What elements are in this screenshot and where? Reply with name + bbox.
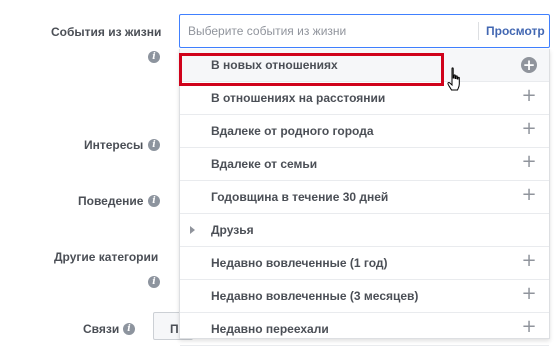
dropdown-item-recently-moved[interactable]: Недавно переехали + — [180, 313, 549, 346]
life-events-search-input[interactable] — [188, 15, 468, 47]
life-events-search[interactable]: Просмотр — [179, 14, 550, 48]
dropdown-item-label: Вдалеке от семьи — [211, 157, 318, 171]
plus-icon[interactable]: + — [521, 120, 537, 138]
dropdown-item-label: Недавно переехали — [211, 322, 329, 336]
plus-icon[interactable]: + — [521, 318, 537, 336]
dropdown-item-long-distance[interactable]: В отношениях на расстоянии + — [180, 82, 549, 115]
connections-info-icon[interactable]: i — [123, 323, 135, 335]
caret-right-icon[interactable] — [190, 226, 195, 234]
dropdown-item-label: Друзья — [211, 223, 254, 237]
dropdown-item-away-from-family[interactable]: Вдалеке от семьи + — [180, 148, 549, 181]
life-events-label: События из жизни — [51, 25, 162, 39]
dropdown-item-label: Недавно вовлеченные (1 год) — [211, 256, 388, 270]
plus-circle-icon[interactable]: + — [521, 57, 537, 73]
search-divider — [478, 22, 479, 40]
life-events-dropdown: В новых отношениях + В отношениях на рас… — [179, 49, 550, 346]
dropdown-item-label: В новых отношениях — [211, 58, 338, 72]
dropdown-item-new-relationship[interactable]: В новых отношениях + — [180, 49, 549, 82]
dropdown-item-friends[interactable]: Друзья — [180, 214, 549, 247]
other-categories-info-icon[interactable]: i — [148, 276, 160, 288]
browse-link[interactable]: Просмотр — [486, 24, 545, 38]
other-categories-label: Другие категории — [54, 250, 159, 264]
plus-icon[interactable]: + — [521, 285, 537, 303]
dropdown-item-anniversary[interactable]: Годовщина в течение 30 дней + — [180, 181, 549, 214]
behavior-label: Поведение — [78, 194, 144, 208]
life-events-info-icon[interactable]: i — [148, 51, 160, 63]
plus-icon[interactable]: + — [521, 186, 537, 204]
dropdown-item-label: Недавно вовлеченные (3 месяцев) — [211, 289, 419, 303]
dropdown-item-recently-engaged-3m[interactable]: Недавно вовлеченные (3 месяцев) + — [180, 280, 549, 313]
connections-label: Связи — [83, 322, 120, 336]
dropdown-item-label: В отношениях на расстоянии — [211, 91, 386, 105]
plus-icon[interactable]: + — [521, 153, 537, 171]
interests-label: Интересы — [84, 138, 144, 152]
dropdown-item-recently-engaged-1y[interactable]: Недавно вовлеченные (1 год) + — [180, 247, 549, 280]
hand-cursor-icon — [447, 67, 460, 91]
dropdown-item-away-from-hometown[interactable]: Вдалеке от родного города + — [180, 115, 549, 148]
connections-button-label: П — [170, 322, 179, 336]
plus-icon[interactable]: + — [521, 252, 537, 270]
behavior-info-icon[interactable]: i — [148, 195, 160, 207]
dropdown-item-label: Годовщина в течение 30 дней — [211, 190, 389, 204]
plus-icon[interactable]: + — [521, 87, 537, 105]
interests-info-icon[interactable]: i — [148, 139, 160, 151]
dropdown-item-label: Вдалеке от родного города — [211, 124, 374, 138]
